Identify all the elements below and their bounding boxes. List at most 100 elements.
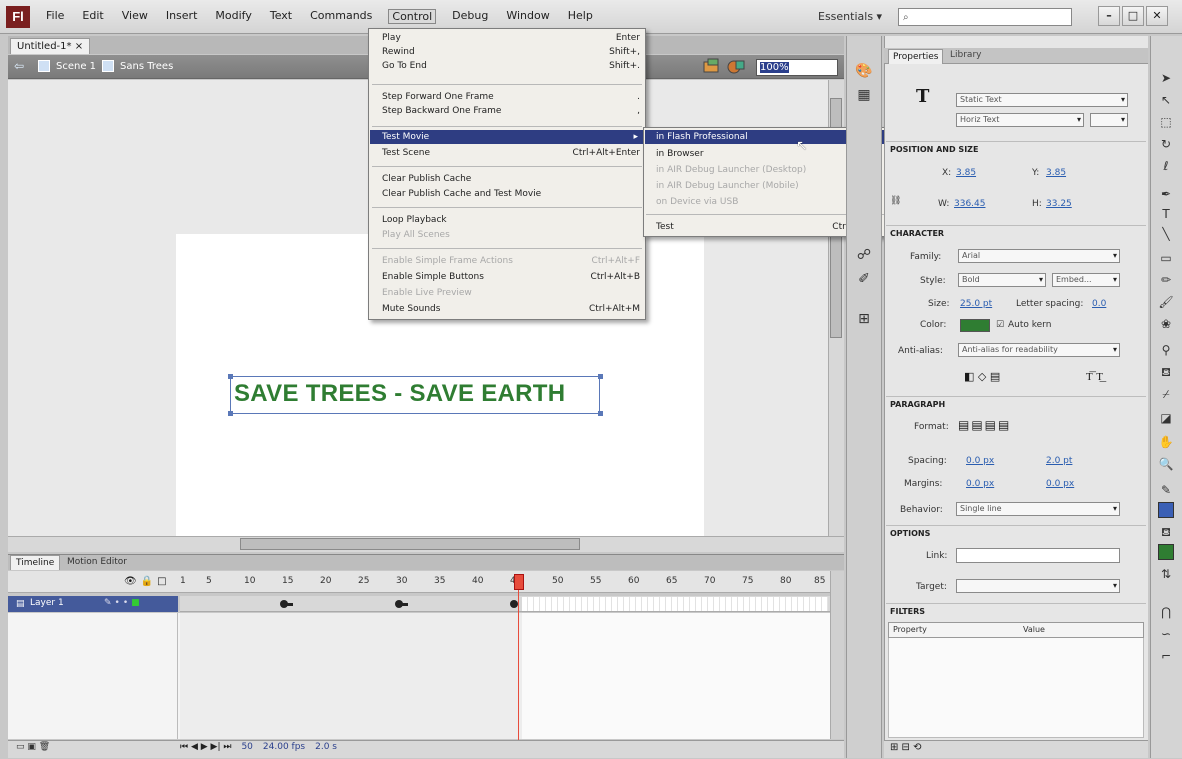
frame-rate[interactable]: 24.00 fps: [263, 742, 305, 752]
section-paragraph[interactable]: PARAGRAPH: [886, 396, 1146, 412]
letter-spacing-value[interactable]: 0.0: [1092, 299, 1106, 309]
motion-presets-icon[interactable]: ✐: [855, 270, 873, 288]
filters-table-body[interactable]: [888, 638, 1144, 738]
zoom-tool-icon[interactable]: 🔍: [1158, 456, 1174, 472]
paint-bucket-icon[interactable]: ⛾: [1158, 364, 1174, 380]
menu-debug[interactable]: Debug: [450, 9, 490, 24]
menu-insert[interactable]: Insert: [164, 9, 200, 24]
components-panel-icon[interactable]: ☍: [855, 246, 873, 264]
menu-item-clear-cache-test[interactable]: Clear Publish Cache and Test Movie: [382, 187, 640, 201]
stroke-color-icon[interactable]: ✎: [1158, 482, 1174, 498]
line-spacing-value[interactable]: 2.0 pt: [1046, 456, 1072, 466]
visibility-dot-icon[interactable]: •: [115, 598, 123, 608]
section-character[interactable]: CHARACTER: [886, 225, 1146, 241]
menu-item-test-movie[interactable]: Test Movie ▸: [370, 130, 644, 144]
fill-color-swatch[interactable]: [1158, 544, 1174, 560]
deco-tool-icon[interactable]: ❀: [1158, 316, 1174, 332]
link-input[interactable]: [956, 548, 1120, 563]
playhead[interactable]: [514, 574, 524, 590]
straighten-icon[interactable]: ⌐: [1158, 648, 1174, 664]
stage-horizontal-scroll-thumb[interactable]: [240, 538, 580, 550]
zoom-select[interactable]: 100%: [756, 59, 838, 76]
new-layer-buttons[interactable]: ▭ ▣ 🗑: [16, 742, 50, 752]
menu-edit[interactable]: Edit: [80, 9, 105, 24]
menu-commands[interactable]: Commands: [308, 9, 374, 24]
anti-alias-select[interactable]: Anti-alias for readability: [958, 343, 1120, 357]
auto-kern-checkbox[interactable]: ☑: [996, 320, 1004, 330]
font-style-select[interactable]: Bold: [958, 273, 1046, 287]
scene-label[interactable]: Scene 1: [56, 61, 96, 72]
menu-item-step-backward[interactable]: Step Backward One Frame,: [382, 104, 640, 118]
menu-file[interactable]: File: [44, 9, 66, 24]
tab-timeline[interactable]: Timeline: [10, 555, 61, 570]
menu-item-play[interactable]: Play Enter: [382, 31, 640, 45]
menu-item-clear-publish-cache[interactable]: Clear Publish Cache: [382, 172, 640, 186]
selectable-text-icon[interactable]: ◧ ◇ ▤: [964, 370, 1000, 383]
frames-area[interactable]: [180, 613, 522, 739]
menu-help[interactable]: Help: [566, 9, 595, 24]
menu-window[interactable]: Window: [504, 9, 551, 24]
layer-name[interactable]: Layer 1: [30, 598, 64, 608]
resize-handle[interactable]: [228, 411, 233, 416]
selection-tool-icon[interactable]: ➤: [1158, 70, 1174, 86]
align-buttons-icon[interactable]: ▤▤▤▤: [958, 418, 1011, 432]
workspace-switcher[interactable]: Essentials ▾: [818, 10, 882, 23]
text-type-select[interactable]: Static Text: [956, 93, 1128, 107]
tab-library[interactable]: Library: [950, 50, 981, 60]
section-options[interactable]: OPTIONS: [886, 525, 1146, 541]
right-margin-value[interactable]: 0.0 px: [1046, 479, 1074, 489]
snap-magnet-icon[interactable]: ⋂: [1158, 604, 1174, 620]
menu-item-simple-buttons[interactable]: Enable Simple Buttons Ctrl+Alt+B: [382, 270, 640, 284]
x-value[interactable]: 3.85: [956, 168, 976, 178]
delete-layer-icon[interactable]: 🗑: [39, 742, 50, 752]
pencil-tool-icon[interactable]: ✏: [1158, 272, 1174, 288]
menu-item-test-scene[interactable]: Test Scene Ctrl+Alt+Enter: [382, 146, 640, 160]
hand-tool-icon[interactable]: ✋: [1158, 434, 1174, 450]
font-family-select[interactable]: Arial: [958, 249, 1120, 263]
smooth-icon[interactable]: ∽: [1158, 626, 1174, 642]
frames-area-empty[interactable]: [522, 613, 830, 739]
outline-swatch-icon[interactable]: ■: [131, 598, 143, 608]
search-input[interactable]: ⌕: [898, 8, 1072, 26]
swatches-panel-icon[interactable]: ▦: [855, 86, 873, 104]
bone-tool-icon[interactable]: ⚲: [1158, 342, 1174, 358]
outline-icon[interactable]: □: [157, 576, 170, 587]
maximize-button[interactable]: □: [1122, 6, 1144, 26]
document-tab[interactable]: Untitled-1* ×: [10, 38, 91, 54]
lock-ratio-icon[interactable]: ⛓: [890, 196, 901, 206]
edit-symbol-icon[interactable]: [726, 58, 746, 76]
free-transform-icon[interactable]: ⬚: [1158, 114, 1174, 130]
minimize-button[interactable]: –: [1098, 6, 1120, 26]
behavior-select[interactable]: Single line: [956, 502, 1120, 516]
playback-controls[interactable]: ⏮ ◀ ▶ ▶| ⏭: [180, 742, 231, 752]
menu-item-rewind[interactable]: Rewind Shift+,: [382, 45, 640, 59]
menu-item-step-forward[interactable]: Step Forward One Frame.: [382, 90, 640, 104]
menu-item-loop-playback[interactable]: Loop Playback: [382, 213, 640, 227]
resize-handle[interactable]: [598, 411, 603, 416]
menu-item-go-to-end[interactable]: Go To End Shift+.: [382, 59, 640, 73]
new-layer-icon[interactable]: ▭: [16, 742, 25, 752]
brush-tool-icon[interactable]: 🖌: [1158, 294, 1174, 310]
text-direction-select[interactable]: Horiz Text: [956, 113, 1084, 127]
text-tool-icon[interactable]: T: [1158, 206, 1174, 222]
lock-dot-icon[interactable]: •: [123, 598, 131, 608]
edit-scene-icon[interactable]: [702, 58, 722, 76]
eye-icon[interactable]: 👁: [124, 576, 141, 587]
color-panel-icon[interactable]: 🎨: [855, 62, 873, 80]
lasso-tool-icon[interactable]: ℓ: [1158, 158, 1174, 174]
target-select[interactable]: [956, 579, 1120, 593]
eyedropper-tool-icon[interactable]: ⌿: [1158, 386, 1174, 402]
subselection-tool-icon[interactable]: ↖: [1158, 92, 1174, 108]
fill-color-icon[interactable]: ⛾: [1158, 524, 1174, 540]
layer-column-icons[interactable]: 👁🔒□: [124, 576, 171, 587]
section-position-size[interactable]: POSITION AND SIZE: [886, 141, 1146, 157]
left-margin-value[interactable]: 0.0 px: [966, 479, 994, 489]
pen-tool-icon[interactable]: ✒: [1158, 186, 1174, 202]
lock-icon[interactable]: 🔒: [141, 576, 157, 587]
new-folder-icon[interactable]: ▣: [27, 742, 36, 752]
indent-value[interactable]: 0.0 px: [966, 456, 994, 466]
text-orientation-select[interactable]: [1090, 113, 1128, 127]
eraser-tool-icon[interactable]: ◪: [1158, 410, 1174, 426]
h-value[interactable]: 33.25: [1046, 199, 1072, 209]
layer-controls[interactable]: ✎••■: [104, 598, 143, 608]
